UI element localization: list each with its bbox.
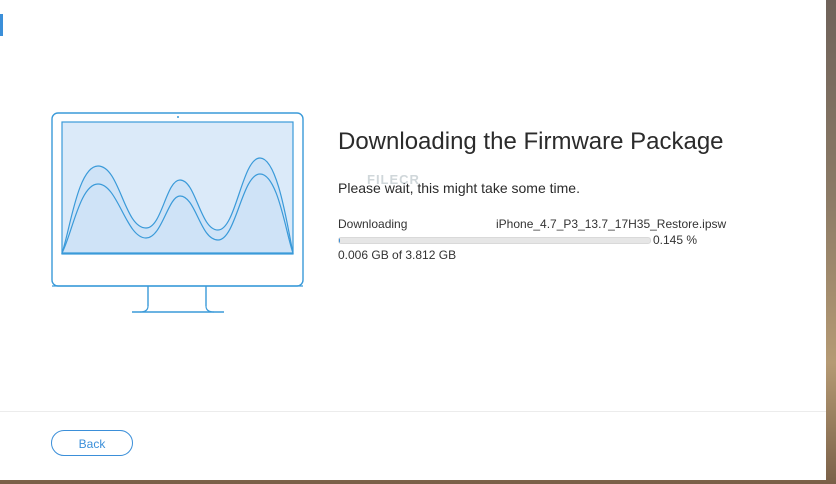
footer-divider [0, 411, 826, 412]
download-filename: iPhone_4.7_P3_13.7_17H35_Restore.ipsw [496, 217, 727, 231]
firmware-download-window: Downloading the Firmware Package Please … [0, 0, 826, 480]
download-progress-bar [338, 237, 651, 244]
download-progress-percent: 0.145 % [653, 233, 698, 247]
watermark-text: FILECR [367, 172, 420, 187]
window-edge-accent [0, 14, 3, 36]
page-title: Downloading the Firmware Package [338, 128, 724, 155]
download-size-text: 0.006 GB of 3.812 GB [338, 248, 457, 262]
download-progress-fill [339, 238, 340, 243]
download-status-label: Downloading [338, 217, 408, 231]
monitor-waveform-icon [50, 110, 306, 323]
back-button[interactable]: Back [51, 430, 133, 456]
